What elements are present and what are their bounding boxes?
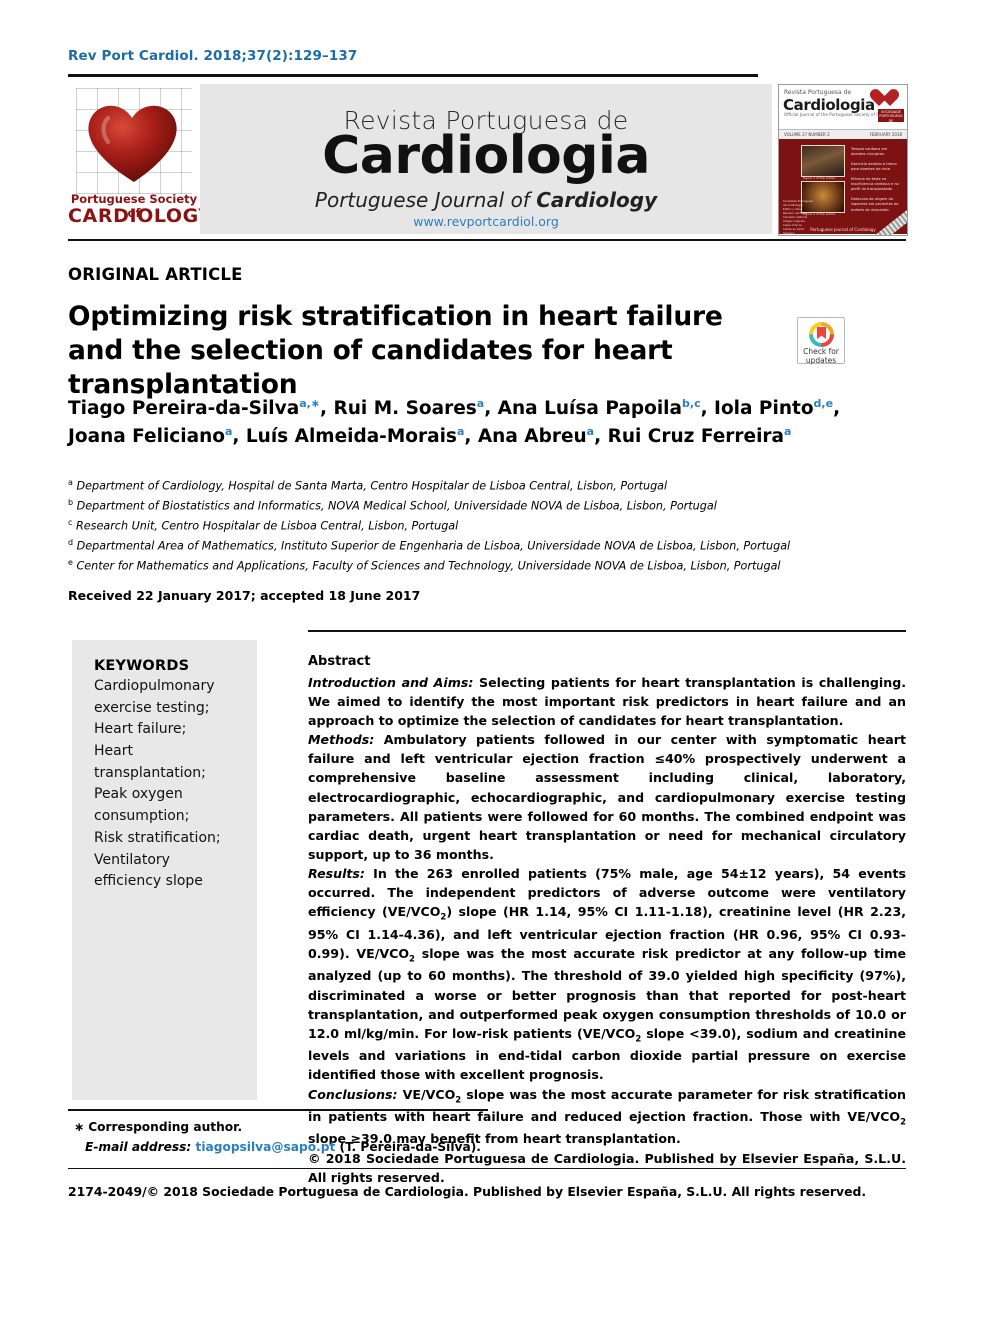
keyword-item: Peak oxygen consumption; [94,786,190,825]
keywords-heading: KEYWORDS [94,658,190,674]
received-accepted-dates: Received 22 January 2017; accepted 18 Ju… [68,588,421,603]
journal-masthead: Portuguese Society of CARDIOLOGY Revista… [68,84,908,236]
abstract-section-results: Results: In the 263 enrolled patients (7… [308,864,906,1084]
affiliation-item: b Department of Biostatistics and Inform… [68,496,908,516]
crossmark-label: Check for updates [798,347,844,366]
masthead-english-plain: Portuguese Journal of [314,188,537,212]
keyword-item: Cardiopulmonary exercise testing; [94,678,215,716]
article-type-kicker: ORIGINAL ARTICLE [68,265,243,284]
email-owner: (T. Pereira-da-Silva). [339,1139,481,1154]
portuguese-society-of-cardiology-logo: Portuguese Society of CARDIOLOGY [68,84,200,234]
masthead-band: Revista Portuguesa de Cardiologia Portug… [200,84,772,234]
masthead-english-bold: Cardiology [536,188,658,212]
cover-society-badge: SOCIEDADE PORTUGUESA DE CARDIOLOGIA [878,109,904,128]
cover-meta-line: Sociedade Portuguesa de Cardiologia [783,199,813,208]
footnote-block: ∗ Corresponding author. E-mail address: t… [74,1118,594,1157]
cover-volume-number: VOLUME 37 NUMBER 2 [784,132,830,137]
article-first-page: Rev Port Cardiol. 2018;37(2):129–137 Por… [0,0,992,1323]
cover-highlight: Deteccao da origem da isquemia em pacien… [851,196,899,212]
cover-highlights: Terapia cardiaca em doentes cirurgicos E… [851,147,901,217]
cover-footer-text: Portuguese Journal of Cardiology [810,227,876,232]
masthead-line-cardiologia: Cardiologia [322,126,650,186]
affiliation-text: Center for Mathematics and Applications,… [76,559,781,573]
email-link[interactable]: tiagopsilva@sapo.pt [196,1140,336,1154]
author-list: Tiago Pereira-da-Silvaa,∗, Rui M. Soares… [68,396,841,447]
cover-highlight: Eficacia do teste na insuficiencia cardi… [851,176,899,192]
cover-highlight: Terapia cardiaca em doentes cirurgicos [851,147,888,157]
journal-citation-line: Rev Port Cardiol. 2018;37(2):129–137 [68,48,358,64]
abstract-section-body: Ambulatory patients followed in our cent… [308,732,906,863]
abstract-heading: Abstract [308,654,371,669]
affiliation-list: a Department of Cardiology, Hospital de … [68,476,908,576]
keyword-item: Risk stratification; [94,829,221,846]
cover-issue-date: FEBRUARY 2018 [869,132,902,137]
keyword-item: Heart failure; [94,721,187,738]
affiliation-item: c Research Unit, Centro Hospitalar de Li… [68,516,908,536]
corresponding-author-note: ∗ Corresponding author. [74,1118,594,1138]
abstract-section-label: Results: [308,866,365,882]
issn-copyright-line: 2174-2049/© 2018 Sociedade Portuguesa de… [68,1184,867,1199]
page-title: Optimizing risk stratification in heart … [68,300,788,402]
cover-caption-1: Figure 1 of the article [803,176,836,180]
crossmark-label-line2: updates [805,356,837,366]
affiliation-text: Department of Biostatistics and Informat… [76,499,717,513]
cover-meta-line: Indexada em [783,235,813,236]
crossmark-check-for-updates-badge[interactable]: Check for updates [797,317,845,366]
title-line-2: and the selection of candidates for hear… [68,334,673,400]
affiliation-marker: b [68,498,74,507]
masthead-line-english: Portuguese Journal of Cardiology [200,188,772,212]
keywords-box: KEYWORDS Cardiopulmonary exercise testin… [72,640,257,1100]
cover-figure-1 [801,145,845,177]
abstract-block: Abstract Introduction and Aims: Selectin… [308,652,906,1187]
abstract-section-label: Conclusions: [308,1086,398,1102]
email-label: E-mail address: [85,1139,192,1154]
title-line-1: Optimizing risk stratification in heart … [68,301,723,332]
affiliation-item: e Center for Mathematics and Application… [68,556,908,576]
affiliation-text: Department of Cardiology, Hospital de Sa… [76,479,668,493]
keywords-list: Cardiopulmonary exercise testing; Heart … [94,676,241,893]
abstract-section-introduction: Introduction and Aims: Selecting patient… [308,673,906,730]
affiliation-text: Departmental Area of Mathematics, Instit… [76,539,791,553]
masthead-bottom-rule [68,239,906,241]
page-bottom-rule [68,1168,906,1169]
crossmark-label-line1: Check for [803,347,839,356]
header-top-rule [68,74,758,77]
society-logo-line2: CARDIOLOGY [68,205,200,227]
abstract-section-body: In the 263 enrolled patients (75% male, … [308,866,906,1083]
abstract-section-label: Methods: [308,732,375,748]
email-note: E-mail address: tiagopsilva@sapo.pt (T. … [74,1138,594,1158]
affiliation-marker: a [68,478,73,487]
affiliation-marker: c [68,518,73,527]
footnote-rule [68,1109,488,1111]
affiliation-item: d Departmental Area of Mathematics, Inst… [68,536,908,556]
keyword-item: Ventilatory efficiency slope [94,851,203,890]
cover-body: Figure 1 of the article Figure 2 of the … [779,139,907,236]
affiliation-item: a Department of Cardiology, Hospital de … [68,476,908,496]
affiliation-text: Research Unit, Centro Hospitalar de Lisb… [75,519,459,533]
cover-heart-icon [877,88,903,108]
cover-highlight: Exercicio aerobio e treino para doentes … [851,161,897,172]
cover-header: Revista Portuguesa de Cardiologia Offici… [779,85,907,130]
corresponding-author-text: Corresponding author. [88,1120,243,1134]
journal-cover-thumbnail: Revista Portuguesa de Cardiologia Offici… [778,84,908,236]
heart-icon [88,105,177,182]
affiliation-marker: e [68,558,73,567]
keyword-item: Heart transplantation; [94,743,206,781]
affiliation-marker: d [68,538,74,547]
abstract-top-rule [308,630,906,632]
corresponding-author-marker: ∗ [74,1120,85,1134]
abstract-section-methods: Methods: Ambulatory patients followed in… [308,730,906,864]
abstract-section-label: Introduction and Aims: [308,674,474,690]
cover-small-title: Revista Portuguesa de [784,89,852,96]
journal-website-link[interactable]: www.revportcardiol.org [200,214,772,229]
